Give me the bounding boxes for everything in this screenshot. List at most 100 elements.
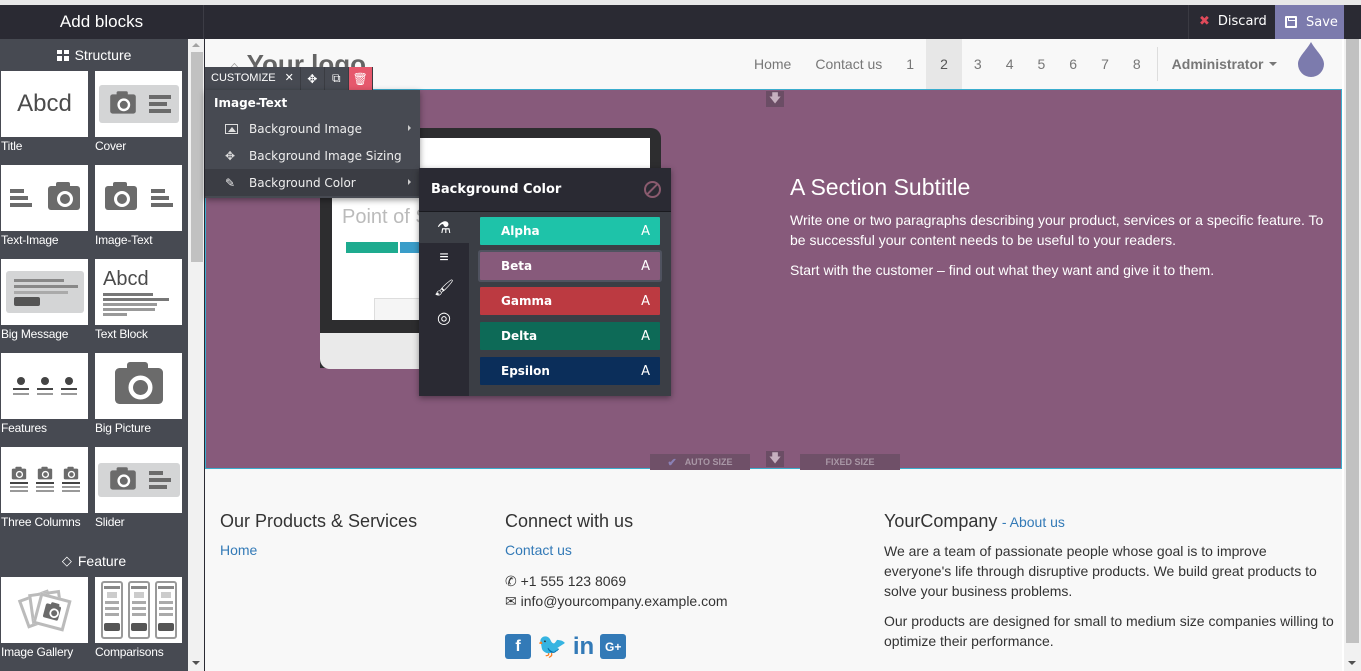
linkedin-icon[interactable]: in xyxy=(573,633,594,660)
block-thumbnail xyxy=(95,577,182,643)
swatch-beta[interactable]: Beta A xyxy=(480,252,660,280)
nav-link-page-6[interactable]: 6 xyxy=(1057,39,1089,89)
phone-line: ✆ +1 555 123 8069 xyxy=(505,573,627,589)
database-icon[interactable]: ≡ xyxy=(419,243,469,273)
close-icon[interactable]: ✕ xyxy=(285,67,294,90)
sidebar-scrollbar[interactable] xyxy=(188,39,205,671)
nav-link-page-5[interactable]: 5 xyxy=(1025,39,1057,89)
chevron-right-icon xyxy=(408,179,411,185)
nav-link-page-3[interactable]: 3 xyxy=(962,39,994,89)
nav-link-contact-us[interactable]: Contact us xyxy=(803,39,894,89)
picture-icon xyxy=(225,123,238,134)
block-comparisons[interactable]: Comparisons xyxy=(95,577,183,671)
scrollbar-thumb[interactable] xyxy=(1346,39,1359,643)
menu-item-background-image-sizing[interactable]: ✥ Background Image Sizing xyxy=(205,142,420,169)
arrows-icon: ✥ xyxy=(225,148,236,163)
th-large-icon xyxy=(56,49,69,61)
block-features[interactable]: Features xyxy=(1,353,89,447)
block-cover[interactable]: Cover xyxy=(95,71,183,165)
google-plus-icon[interactable]: G+ xyxy=(600,634,627,659)
nav-link-page-8[interactable]: 8 xyxy=(1121,39,1153,89)
menu-item-background-color[interactable]: ✎ Background Color xyxy=(205,169,420,196)
twitter-icon[interactable]: 🐦 xyxy=(537,633,567,660)
block-slider[interactable]: Slider xyxy=(95,447,183,541)
camera-icon xyxy=(114,362,163,404)
nav-links: Home Contact us 1 2 3 4 5 6 7 8 Administ… xyxy=(742,39,1278,89)
eye-slash-icon[interactable]: ◎ xyxy=(419,303,469,333)
scrollbar-thumb[interactable] xyxy=(191,52,203,262)
section-paragraph[interactable]: Write one or two paragraphs describing y… xyxy=(790,210,1335,250)
nav-link-page-7[interactable]: 7 xyxy=(1089,39,1121,89)
discard-button[interactable]: ✖ Discard xyxy=(1188,5,1274,39)
main-scrollbar[interactable] xyxy=(1344,39,1361,671)
facebook-icon[interactable]: f xyxy=(505,634,531,659)
block-big-message[interactable]: Big Message xyxy=(1,259,89,353)
block-text-image[interactable]: Text-Image xyxy=(1,165,89,259)
fixed-size-button[interactable]: FIXED SIZE xyxy=(800,454,900,470)
save-button[interactable]: Save xyxy=(1275,5,1344,39)
section-subtitle[interactable]: A Section Subtitle xyxy=(790,174,970,201)
nav-link-page-2[interactable]: 2 xyxy=(926,39,962,89)
about-us-link[interactable]: - About us xyxy=(1002,514,1065,530)
company-description: We are a team of passionate people whose… xyxy=(884,543,1317,599)
editor-topbar: Add blocks ✖ Discard Save xyxy=(0,5,1361,39)
diamond-icon: ◇ xyxy=(61,553,72,568)
caret-down-icon xyxy=(1269,62,1278,66)
camera-icon xyxy=(42,603,61,621)
camera-icon xyxy=(109,91,136,114)
chevron-right-icon xyxy=(408,125,411,131)
footer-link-contact[interactable]: Contact us xyxy=(505,542,572,558)
user-menu[interactable]: Administrator xyxy=(1158,39,1278,89)
block-thumbnail: Abcd xyxy=(95,259,182,325)
block-title[interactable]: Abcd Title xyxy=(1,71,89,165)
scroll-up-arrow[interactable] xyxy=(192,43,200,47)
nav-link-page-1[interactable]: 1 xyxy=(894,39,926,89)
nav-link-home[interactable]: Home xyxy=(742,39,803,89)
text-lines-icon xyxy=(148,471,171,489)
customize-button[interactable]: CUSTOMIZE ✕ xyxy=(205,67,301,90)
add-blocks-title: Add blocks xyxy=(0,5,204,39)
move-down-handle[interactable]: 🡇 xyxy=(766,91,784,107)
swatch-gamma[interactable]: Gamma A xyxy=(480,287,660,315)
footer-link-home[interactable]: Home xyxy=(220,542,257,558)
camera-icon xyxy=(11,466,26,480)
section-paragraph[interactable]: Start with the customer – find out what … xyxy=(790,260,1335,280)
company-description: Our products are designed for small to m… xyxy=(884,613,1334,649)
block-thumbnail xyxy=(1,353,88,419)
color-tabs: ⚗ ≡ 🖌 ◎ xyxy=(419,213,469,396)
abcd-text-preview: Abcd xyxy=(17,90,72,117)
block-text-block[interactable]: Abcd Text Block xyxy=(95,259,183,353)
move-button[interactable]: ✥ xyxy=(301,67,325,90)
block-thumbnail xyxy=(95,71,182,137)
move-down-handle[interactable]: 🡇 xyxy=(766,451,784,467)
block-big-picture[interactable]: Big Picture xyxy=(95,353,183,447)
customize-menu-title: Image-Text xyxy=(214,96,288,110)
block-image-gallery[interactable]: Image Gallery xyxy=(1,577,89,671)
menu-item-background-image[interactable]: Background Image xyxy=(205,115,420,142)
block-three-columns[interactable]: Three Columns xyxy=(1,447,89,541)
auto-size-button[interactable]: ✔ AUTO SIZE xyxy=(650,454,750,470)
ban-icon[interactable] xyxy=(644,181,661,198)
section-title-feature: ◇ Feature xyxy=(61,553,127,569)
block-thumbnail xyxy=(1,577,88,643)
duplicate-button[interactable]: ⧉ xyxy=(325,67,349,90)
scroll-down-arrow[interactable] xyxy=(1348,661,1356,665)
block-thumbnail xyxy=(1,259,88,325)
block-image-text[interactable]: Image-Text xyxy=(95,165,183,259)
paint-brush-icon[interactable]: 🖌 xyxy=(419,273,469,303)
nav-link-page-4[interactable]: 4 xyxy=(994,39,1026,89)
swatch-delta[interactable]: Delta A xyxy=(480,322,660,350)
customize-menu: Image-Text Background Image ✥ Background… xyxy=(205,90,420,198)
phone-icon: ✆ xyxy=(505,573,517,589)
swatch-epsilon[interactable]: Epsilon A xyxy=(480,357,660,385)
camera-icon xyxy=(63,466,78,480)
trash-icon: 🗑 xyxy=(352,71,368,86)
scroll-down-arrow[interactable] xyxy=(192,661,200,665)
swatch-alpha[interactable]: Alpha A xyxy=(480,217,660,245)
delete-button[interactable]: 🗑 xyxy=(348,67,373,90)
background-color-panel: Background Color ⚗ ≡ 🖌 ◎ Alpha A Beta A … xyxy=(419,168,671,396)
social-links: f 🐦 in G+ xyxy=(505,633,627,660)
flask-icon[interactable]: ⚗ xyxy=(419,213,469,243)
block-thumbnail: Abcd xyxy=(1,71,88,137)
section-title-structure: Structure xyxy=(0,39,188,71)
